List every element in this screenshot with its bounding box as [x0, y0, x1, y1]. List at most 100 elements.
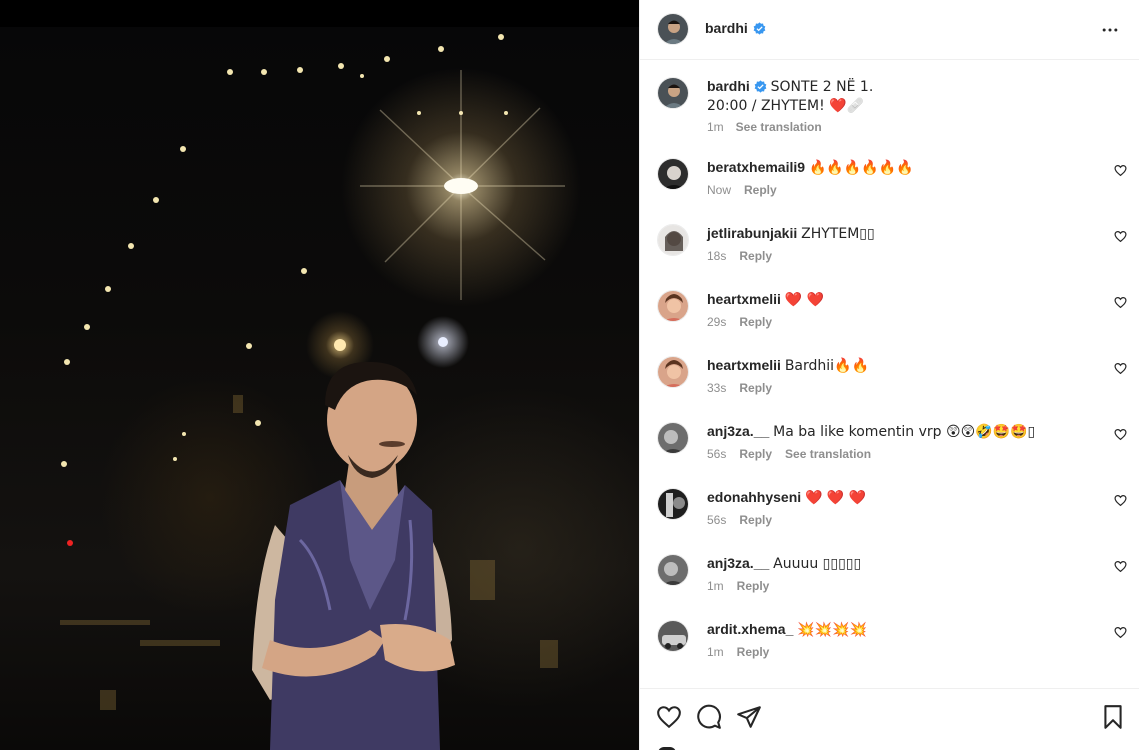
commenter-avatar[interactable]	[657, 422, 689, 454]
verified-badge-icon	[754, 80, 767, 93]
person	[252, 361, 455, 750]
reply-button[interactable]: Reply	[739, 381, 772, 395]
commenter-username[interactable]: ardit.xhema_	[707, 621, 793, 637]
bookmark-icon[interactable]	[1100, 704, 1126, 730]
comment-body: 🔥🔥🔥🔥🔥🔥	[808, 160, 914, 176]
caption-username[interactable]: bardhi	[707, 78, 750, 94]
paper-plane-icon[interactable]	[736, 704, 762, 730]
reply-button[interactable]: Reply	[739, 249, 772, 263]
comment-row: beratxhemaili9 🔥🔥🔥🔥🔥🔥 Now Reply	[657, 158, 1127, 208]
comment-row: ardit.xhema_ 💥💥💥💥 1m Reply	[657, 620, 1127, 670]
commenter-username[interactable]: beratxhemaili9	[707, 159, 805, 175]
comment-body: 💥💥💥💥	[797, 622, 867, 638]
commenter-username[interactable]: heartxmelii	[707, 291, 781, 307]
comment-text: edonahhyseni ❤️ ❤️ ❤️	[707, 488, 866, 507]
comment-text: anj3za.__ Ma ba like komentin vrp 😲😲🤣🤩🤩▯	[707, 422, 1035, 441]
caption-avatar[interactable]	[657, 77, 689, 109]
post-action-bar	[640, 688, 1139, 750]
more-horizontal-icon[interactable]	[1100, 20, 1120, 40]
heart-outline-icon[interactable]	[656, 704, 682, 730]
commenter-avatar[interactable]	[657, 356, 689, 388]
post-header: bardhi	[640, 0, 1139, 60]
commenter-username[interactable]: jetlirabunjakii	[707, 225, 797, 241]
comment-row: edonahhyseni ❤️ ❤️ ❤️ 56s Reply	[657, 488, 1127, 538]
avatar-image	[658, 555, 688, 585]
author-avatar[interactable]	[657, 13, 689, 45]
comment-text: jetlirabunjakii ZHYTEM▯▯	[707, 224, 875, 243]
avatar-image	[658, 621, 688, 651]
commenter-username[interactable]: heartxmelii	[707, 357, 781, 373]
caption-body: bardhi SONTE 2 NË 1. 20:00 / ZHYTEM! ❤️🩹	[707, 77, 877, 115]
verified-badge-icon	[753, 21, 766, 35]
reply-button[interactable]: Reply	[744, 183, 777, 197]
small-lamp	[438, 337, 448, 347]
heart-outline-icon[interactable]	[1114, 230, 1127, 243]
avatar-image	[658, 159, 688, 189]
photo-top-bar	[0, 0, 639, 27]
commenter-avatar[interactable]	[657, 224, 689, 256]
see-translation-link[interactable]: See translation	[785, 447, 871, 461]
comment-body: Bardhii🔥🔥	[784, 358, 869, 374]
caption-time: 1m	[707, 120, 724, 134]
avatar-image	[658, 423, 688, 453]
comment-row: heartxmelii Bardhii🔥🔥 33s Reply	[657, 356, 1127, 406]
comment-time: 29s	[707, 315, 727, 329]
avatar-image	[658, 78, 688, 108]
heart-outline-icon[interactable]	[1114, 560, 1127, 573]
comment-meta: 56s Reply	[707, 513, 772, 527]
heart-outline-icon[interactable]	[1114, 296, 1127, 309]
commenter-username[interactable]: anj3za.__	[707, 555, 769, 571]
commenter-avatar[interactable]	[657, 158, 689, 190]
heart-outline-icon[interactable]	[1114, 626, 1127, 639]
comment-time: 56s	[707, 513, 727, 527]
commenter-username[interactable]: edonahhyseni	[707, 489, 801, 505]
commenter-avatar[interactable]	[657, 488, 689, 520]
reply-button[interactable]: Reply	[739, 447, 772, 461]
comment-meta: 1m Reply	[707, 579, 769, 593]
comment-body: ZHYTEM▯▯	[801, 226, 875, 242]
author-name-block: bardhi	[705, 20, 766, 36]
avatar-image	[658, 14, 688, 44]
comment-meta: Now Reply	[707, 183, 777, 197]
heart-outline-icon[interactable]	[1114, 428, 1127, 441]
comment-text: ardit.xhema_ 💥💥💥💥	[707, 620, 867, 639]
comment-meta: 1m Reply	[707, 645, 769, 659]
comment-row: jetlirabunjakii ZHYTEM▯▯ 18s Reply	[657, 224, 1127, 274]
photo-illustration	[60, 34, 565, 750]
post-photo[interactable]	[0, 27, 639, 750]
comment-meta: 33s Reply	[707, 381, 772, 395]
heart-outline-icon[interactable]	[1114, 164, 1127, 177]
comment-time: 18s	[707, 249, 727, 263]
reply-button[interactable]: Reply	[739, 315, 772, 329]
commenter-avatar[interactable]	[657, 290, 689, 322]
author-username[interactable]: bardhi	[705, 20, 748, 36]
commenter-avatar[interactable]	[657, 620, 689, 652]
lamp	[444, 178, 478, 194]
comment-meta: 56s Reply See translation	[707, 447, 871, 461]
comment-meta: 18s Reply	[707, 249, 772, 263]
comment-time: 56s	[707, 447, 727, 461]
avatar-image	[658, 291, 688, 321]
avatar-image	[658, 225, 688, 255]
comments-list[interactable]: bardhi SONTE 2 NË 1. 20:00 / ZHYTEM! ❤️🩹…	[640, 61, 1139, 688]
heart-outline-icon[interactable]	[1114, 362, 1127, 375]
comment-body: Auuuu ▯▯▯▯▯	[773, 556, 862, 572]
comment-text: heartxmelii Bardhii🔥🔥	[707, 356, 869, 375]
comment-body: Ma ba like komentin vrp 😲😲🤣🤩🤩▯	[773, 424, 1036, 440]
commenter-username[interactable]: anj3za.__	[707, 423, 769, 439]
reply-button[interactable]: Reply	[737, 579, 770, 593]
reply-button[interactable]: Reply	[737, 645, 770, 659]
post-caption: bardhi SONTE 2 NË 1. 20:00 / ZHYTEM! ❤️🩹…	[657, 77, 1127, 147]
avatar-image	[658, 357, 688, 387]
reply-button[interactable]: Reply	[739, 513, 772, 527]
commenter-avatar[interactable]	[657, 554, 689, 586]
comment-bubble-icon[interactable]	[696, 704, 722, 730]
comment-meta: 29s Reply	[707, 315, 772, 329]
post-side-panel: bardhi bardhi SONTE 2 NË 1. 20:00 / ZHYT…	[639, 0, 1139, 750]
comment-row: anj3za.__ Auuuu ▯▯▯▯▯ 1m Reply	[657, 554, 1127, 604]
heart-outline-icon[interactable]	[1114, 494, 1127, 507]
comment-text: anj3za.__ Auuuu ▯▯▯▯▯	[707, 554, 861, 573]
see-translation-link[interactable]: See translation	[736, 120, 822, 134]
post-photo-panel[interactable]	[0, 0, 639, 750]
comment-row: heartxmelii ❤️ ❤️ 29s Reply	[657, 290, 1127, 340]
